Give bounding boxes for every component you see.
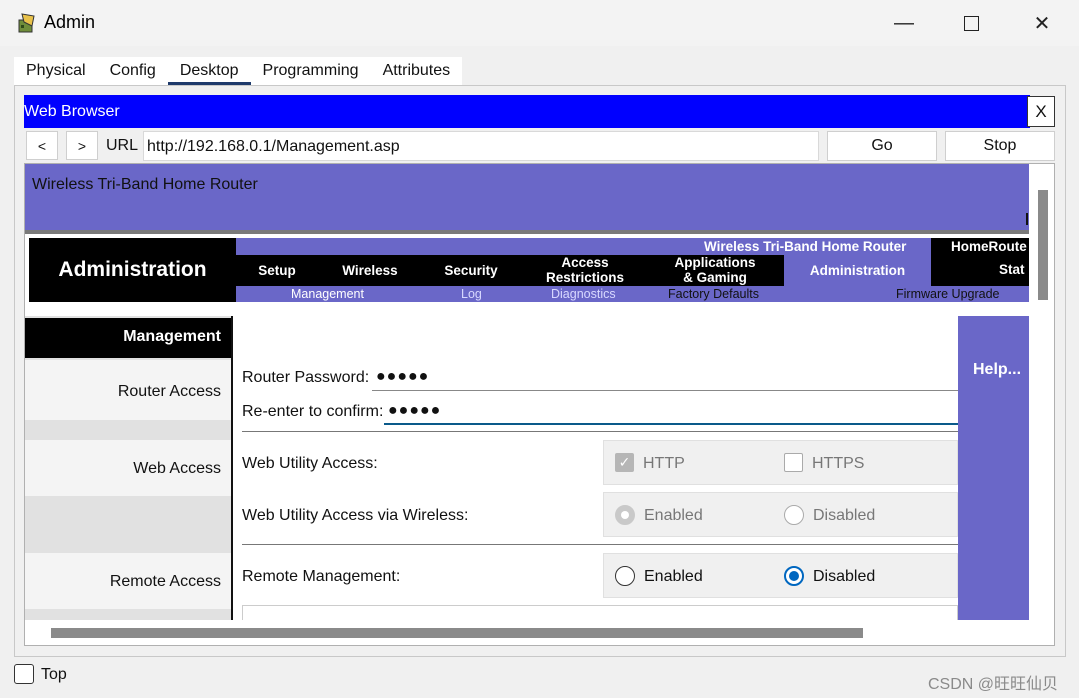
device-tabs: Physical Config Desktop Programming Attr… — [14, 57, 463, 85]
menu-item-administration[interactable]: Administration — [784, 255, 931, 286]
top-checkbox[interactable] — [14, 664, 34, 684]
next-row-partial — [242, 605, 958, 620]
menu-item-wireless[interactable]: Wireless — [322, 263, 418, 278]
wireless-enabled-radio[interactable] — [615, 505, 635, 525]
remote-access-label: Remote Access — [25, 553, 231, 609]
remote-disabled-label: Disabled — [813, 568, 876, 585]
web-browser-title: Web Browser — [24, 103, 120, 120]
web-browser-close-button[interactable]: X — [1027, 96, 1055, 127]
https-label: HTTPS — [812, 455, 865, 472]
http-checkbox[interactable]: ✓ — [615, 453, 634, 472]
forward-button[interactable]: > — [66, 131, 98, 160]
router-header — [25, 164, 1029, 232]
submenu-diagnostics[interactable]: Diagnostics — [551, 287, 616, 301]
web-utility-wireless-label: Web Utility Access via Wireless: — [242, 507, 469, 524]
minimize-button[interactable]: — — [881, 8, 927, 38]
remote-management-label: Remote Management: — [242, 568, 401, 585]
router-header-title: Wireless Tri-Band Home Router — [32, 176, 258, 193]
maximize-button[interactable] — [948, 8, 994, 38]
header-mark — [1026, 213, 1028, 225]
management-heading: Management — [25, 318, 231, 358]
menu-item-security[interactable]: Security — [426, 263, 516, 278]
close-window-button[interactable]: ✕ — [1019, 8, 1065, 38]
menu-item-status[interactable]: Stat — [999, 262, 1025, 277]
submenu-log[interactable]: Log — [461, 287, 482, 301]
horizontal-scroll-thumb[interactable] — [51, 628, 863, 638]
tab-desktop[interactable]: Desktop — [167, 57, 251, 85]
menu-item-access-restrictions[interactable]: Access Restrictions — [532, 255, 638, 285]
submenu-firmware-upgrade[interactable]: Firmware Upgrade — [896, 287, 1000, 301]
web-utility-access-label: Web Utility Access: — [242, 455, 378, 472]
home-label: HomeRoute — [951, 239, 1027, 254]
url-label: URL — [106, 137, 139, 154]
router-password-label: Router Password: — [242, 369, 370, 386]
top-label: Top — [41, 666, 67, 683]
menu-item-setup[interactable]: Setup — [236, 263, 318, 278]
top-strip — [236, 238, 1029, 255]
https-checkbox[interactable] — [784, 453, 803, 472]
tab-programming[interactable]: Programming — [251, 57, 371, 85]
wireless-enabled-label: Enabled — [644, 507, 703, 524]
submenu-management[interactable]: Management — [291, 287, 364, 301]
router-password-input[interactable]: ●●●●● — [372, 364, 958, 391]
wireless-disabled-label: Disabled — [813, 507, 876, 524]
http-label: HTTP — [643, 455, 685, 472]
watermark: CSDN @旺旺仙贝 — [928, 676, 1059, 693]
reenter-password-label: Re-enter to confirm: — [242, 403, 384, 420]
remote-enabled-radio[interactable] — [615, 566, 635, 586]
section-divider — [242, 544, 958, 545]
go-button[interactable]: Go — [827, 131, 937, 161]
tab-physical[interactable]: Physical — [14, 57, 98, 85]
web-access-label: Web Access — [25, 440, 231, 496]
window-title: Admin — [44, 12, 96, 32]
submenu-factory-defaults[interactable]: Factory Defaults — [668, 287, 759, 301]
vertical-scroll-thumb[interactable] — [1038, 190, 1048, 300]
web-browser-header — [24, 95, 1030, 128]
section-title: Administration — [29, 238, 236, 302]
spacer — [25, 302, 1029, 316]
tab-attributes[interactable]: Attributes — [371, 57, 463, 85]
packet-tracer-app-icon — [16, 12, 38, 34]
section-divider — [242, 431, 958, 432]
help-link[interactable]: Help... — [973, 361, 1021, 379]
header-divider — [25, 230, 1029, 234]
remote-disabled-radio[interactable] — [784, 566, 804, 586]
remote-enabled-label: Enabled — [644, 568, 703, 585]
router-access-label: Router Access — [25, 360, 231, 420]
url-input[interactable]: http://192.168.0.1/Management.asp — [143, 131, 819, 161]
menu-item-applications-gaming[interactable]: Applications & Gaming — [648, 255, 782, 285]
maximize-icon — [963, 15, 979, 31]
tab-config[interactable]: Config — [98, 57, 168, 85]
reenter-password-input[interactable]: ●●●●● — [384, 398, 958, 425]
top-strip-text: Wireless Tri-Band Home Router — [704, 239, 907, 254]
back-button[interactable]: < — [26, 131, 58, 160]
wireless-disabled-radio[interactable] — [784, 505, 804, 525]
stop-button[interactable]: Stop — [945, 131, 1055, 161]
